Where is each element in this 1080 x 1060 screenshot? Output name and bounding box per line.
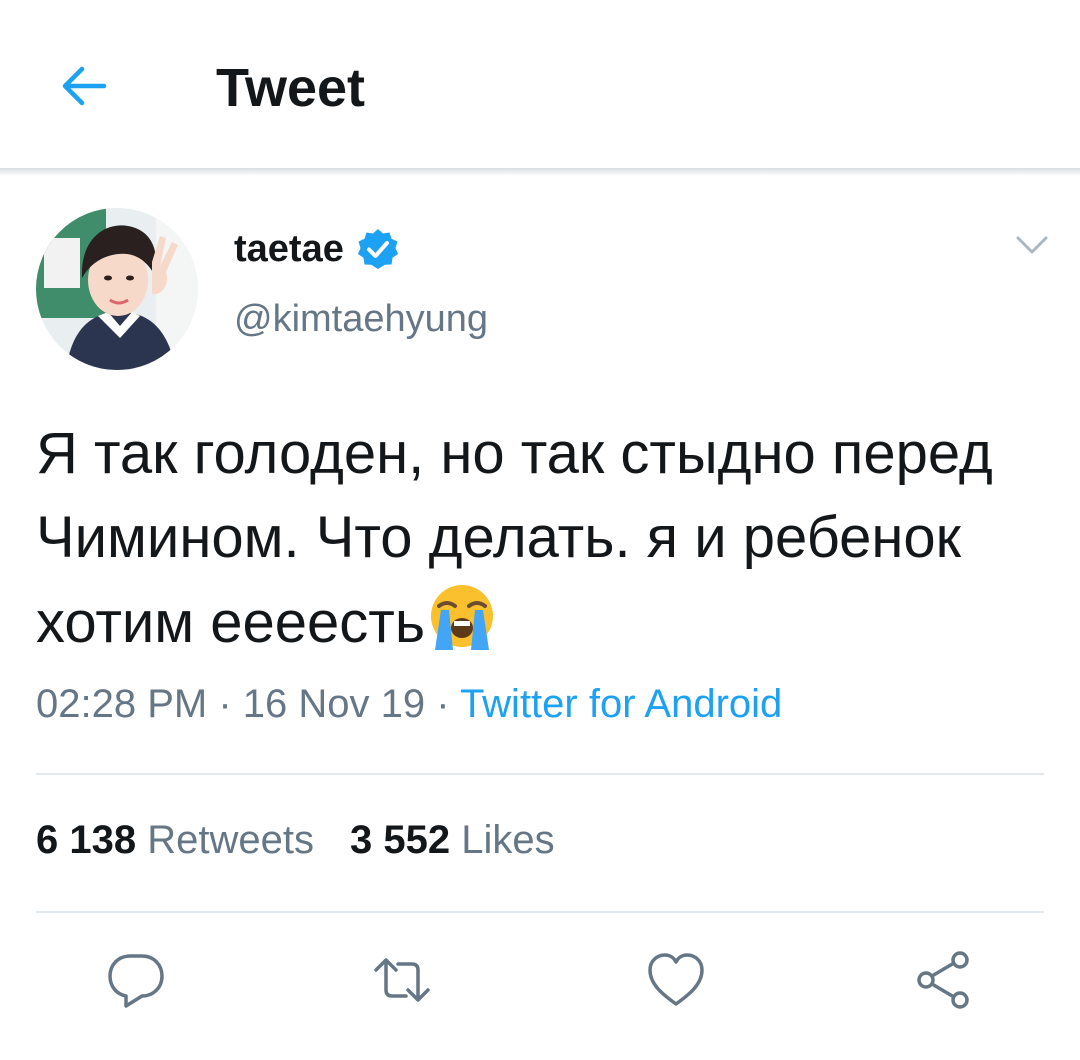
divider bbox=[36, 773, 1044, 775]
tweet-text: Я так голоден, но так стыдно перед Чимин… bbox=[36, 412, 1046, 665]
meta-separator: · bbox=[207, 682, 243, 726]
header-shadow bbox=[0, 168, 1080, 176]
top-app-bar: Tweet bbox=[0, 0, 1080, 170]
share-icon[interactable] bbox=[912, 948, 976, 1012]
likes-count: 3 552 bbox=[349, 818, 451, 862]
likes-stat[interactable]: 3 552 Likes bbox=[350, 818, 555, 862]
tweet-time: 02:28 PM bbox=[36, 682, 208, 726]
arrow-left-icon[interactable] bbox=[56, 58, 112, 114]
retweet-icon[interactable] bbox=[370, 948, 434, 1012]
loudly-crying-face-icon bbox=[431, 585, 494, 650]
tweet-body: Я так голоден, но так стыдно перед Чимин… bbox=[36, 421, 993, 655]
meta-separator: · bbox=[425, 682, 460, 726]
tweet-stats: 6 138 Retweets 3 552 Likes bbox=[36, 818, 555, 863]
retweets-label: Retweets bbox=[147, 818, 314, 862]
author-name-row[interactable]: taetae bbox=[234, 222, 400, 276]
page-title: Tweet bbox=[216, 58, 366, 118]
chevron-down-icon[interactable] bbox=[1012, 230, 1052, 260]
like-icon[interactable] bbox=[644, 948, 708, 1012]
user-handle[interactable]: @kimtaehyung bbox=[234, 298, 488, 341]
tweet-date: 16 Nov 19 bbox=[242, 682, 426, 726]
verified-badge-icon bbox=[357, 229, 398, 269]
display-name: taetae bbox=[234, 227, 344, 270]
retweets-stat[interactable]: 6 138 Retweets bbox=[36, 818, 314, 862]
retweets-count: 6 138 bbox=[36, 818, 137, 862]
likes-label: Likes bbox=[461, 818, 555, 862]
reply-icon[interactable] bbox=[104, 948, 168, 1012]
divider bbox=[36, 911, 1044, 913]
avatar[interactable] bbox=[36, 208, 198, 370]
tweet-source-link[interactable]: Twitter for Android bbox=[460, 682, 782, 726]
tweet-meta: 02:28 PM · 16 Nov 19 · Twitter for Andro… bbox=[36, 682, 782, 727]
